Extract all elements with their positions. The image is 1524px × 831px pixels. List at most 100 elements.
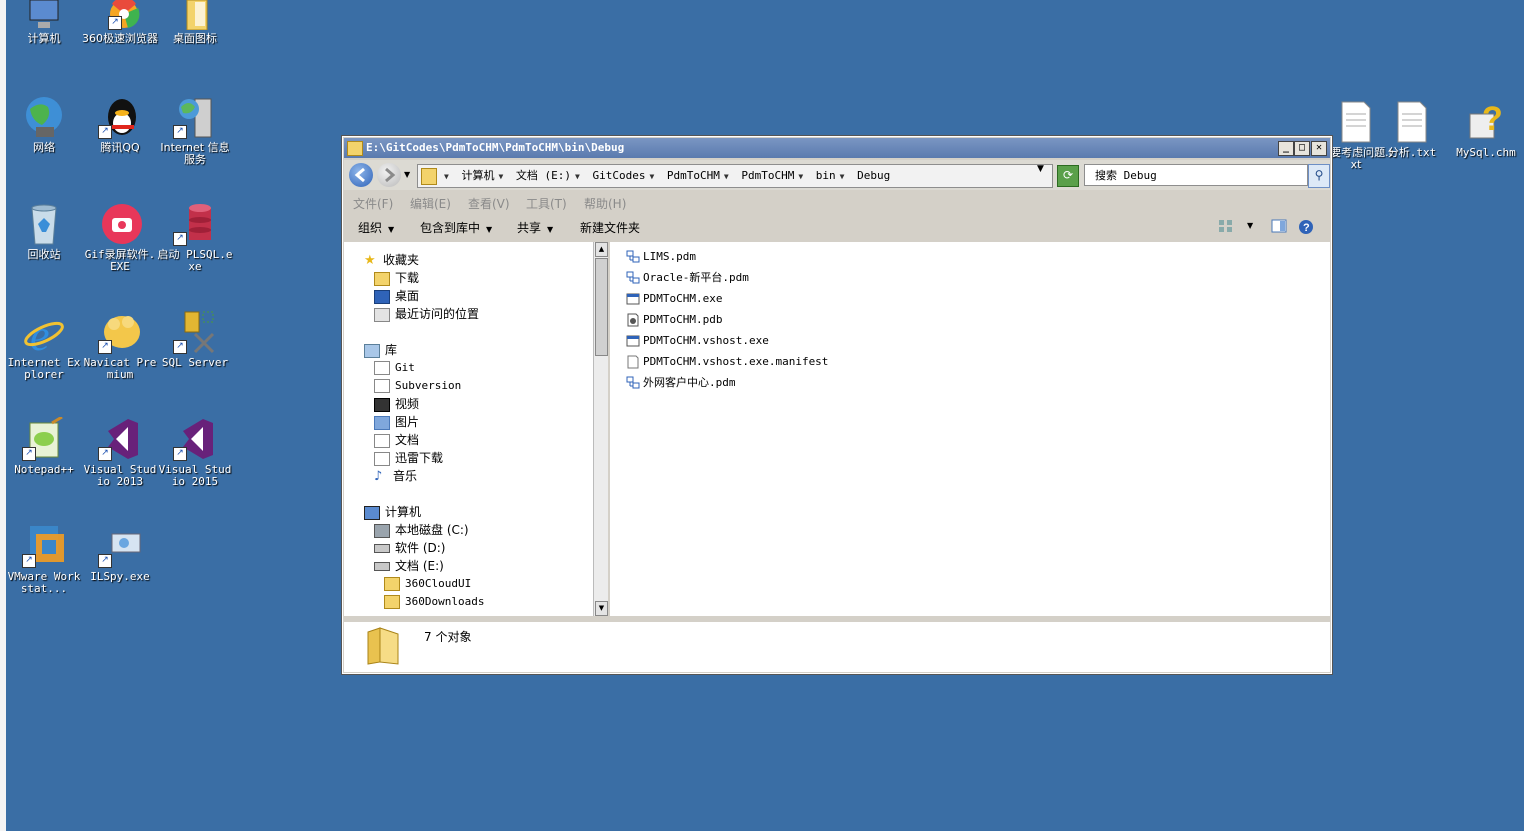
breadcrumb-item[interactable]: 文档 (E:) xyxy=(516,169,571,182)
nav-folder[interactable]: 360Downloads xyxy=(384,594,484,610)
nav-libraries[interactable]: 库 xyxy=(364,342,397,358)
maximize-button[interactable]: □ xyxy=(1294,141,1310,156)
window-titlebar[interactable]: E:\GitCodes\PdmToCHM\PdmToCHM\bin\Debug … xyxy=(344,138,1330,158)
breadcrumb-item[interactable]: PdmToCHM xyxy=(741,169,794,182)
nav-library-pictures[interactable]: 图片 xyxy=(374,414,419,430)
chevron-down-icon[interactable]: ▼ xyxy=(575,172,580,181)
nav-drive-c[interactable]: 本地磁盘 (C:) xyxy=(374,522,469,538)
file-item[interactable]: PDMToCHM.vshost.exe xyxy=(626,332,769,350)
nav-desktop[interactable]: 桌面 xyxy=(374,288,419,304)
desktop-icon-computer[interactable]: 计算机 xyxy=(6,0,82,45)
chevron-down-icon[interactable]: ▼ xyxy=(498,172,503,181)
nav-label: 文档 xyxy=(395,433,420,447)
nav-library-documents[interactable]: 文档 xyxy=(374,432,419,448)
desktop-icon-360-browser[interactable]: ↗ 360极速浏览器 xyxy=(82,0,158,45)
file-name: PDMToCHM.exe xyxy=(643,292,723,305)
include-in-library-button[interactable]: 包含到库中 ▼ xyxy=(420,219,492,236)
desktop-icon-iis[interactable]: ↗ Internet 信息服务 xyxy=(157,95,233,166)
address-dropdown-icon[interactable]: ▼ xyxy=(1037,164,1044,174)
desktop-icon-visual-studio-2015[interactable]: ↗ Visual Studio 2015 xyxy=(157,417,233,488)
minimize-button[interactable]: _ xyxy=(1278,141,1294,156)
scroll-down-arrow-icon[interactable]: ▼ xyxy=(595,601,608,616)
share-button[interactable]: 共享 ▼ xyxy=(517,219,553,236)
desktop-icon-network[interactable]: 网络 xyxy=(6,95,82,154)
breadcrumb-item[interactable]: Debug xyxy=(857,169,890,182)
nav-label: 360CloudUI xyxy=(405,577,472,590)
address-box[interactable]: ▼ 计算机 ▼ 文档 (E:) ▼ GitCodes ▼ PdmToCHM ▼ PdmT… xyxy=(417,164,1053,188)
nav-library-xunlei[interactable]: 迅雷下载 xyxy=(374,450,443,466)
view-options-icon[interactable] xyxy=(1218,219,1234,233)
desktop-icon-mysql-chm[interactable]: ? MySql.chm xyxy=(1448,100,1524,159)
preview-pane-icon[interactable] xyxy=(1271,219,1287,233)
file-item[interactable]: PDMToCHM.pdb xyxy=(626,311,722,329)
desktop-icon-gif-recorder[interactable]: Gif录屏软件.EXE xyxy=(82,202,158,273)
nav-recent-places[interactable]: 最近访问的位置 xyxy=(374,306,479,322)
scroll-thumb[interactable] xyxy=(595,258,608,356)
chevron-down-icon[interactable]: ▼ xyxy=(444,172,449,181)
file-list[interactable]: LIMS.pdm Oracle-新平台.pdm PDMToCHM.exe PDM… xyxy=(610,242,1330,616)
menu-file[interactable]: 文件(F) xyxy=(353,195,393,212)
file-item[interactable]: 外网客户中心.pdm xyxy=(626,374,736,392)
menu-tools[interactable]: 工具(T) xyxy=(526,195,567,212)
close-button[interactable]: ✕ xyxy=(1311,141,1327,156)
nav-label: 视频 xyxy=(395,397,420,411)
nav-folder[interactable]: 360CloudUI xyxy=(384,576,471,592)
chevron-down-icon[interactable]: ▼ xyxy=(840,172,845,181)
file-item[interactable]: Oracle-新平台.pdm xyxy=(626,269,749,287)
history-dropdown-icon[interactable]: ▼ xyxy=(404,170,410,179)
nav-drive-e[interactable]: 文档 (E:) xyxy=(374,558,444,574)
file-item[interactable]: LIMS.pdm xyxy=(626,248,696,266)
nav-downloads[interactable]: 下载 xyxy=(374,270,419,286)
desktop-icon-internet-explorer[interactable]: e Internet Explorer xyxy=(6,310,82,381)
organize-button[interactable]: 组织 ▼ xyxy=(358,219,394,236)
shortcut-arrow-icon: ↗ xyxy=(22,554,36,568)
breadcrumb-item[interactable]: 计算机 xyxy=(461,169,494,182)
file-item[interactable]: PDMToCHM.exe xyxy=(626,290,722,308)
explorer-window[interactable]: E:\GitCodes\PdmToCHM\PdmToCHM\bin\Debug … xyxy=(341,135,1333,675)
desktop-icon-navicat[interactable]: ↗ Navicat Premium xyxy=(82,310,158,381)
desktop-icon-visual-studio-2013[interactable]: ↗ Visual Studio 2013 xyxy=(82,417,158,488)
chevron-down-icon[interactable]: ▼ xyxy=(649,172,654,181)
desktop-icon-ilspy[interactable]: ↗ ILSpy.exe xyxy=(82,524,158,583)
new-folder-button[interactable]: 新建文件夹 xyxy=(580,219,640,236)
back-button[interactable] xyxy=(349,163,373,187)
desktop-icon-plsql[interactable]: ↗ 启动 PLSQL.exe xyxy=(157,202,233,273)
view-dropdown-icon[interactable]: ▼ xyxy=(1247,221,1253,230)
navigation-pane[interactable]: ★ 收藏夹 下载 桌面 最近访问的位置 库 Git Subversion 视频 图… xyxy=(344,242,593,616)
nav-library-videos[interactable]: 视频 xyxy=(374,396,419,412)
desktop-icon-desktop-icons-folder[interactable]: 桌面图标 xyxy=(157,0,233,45)
forward-button[interactable] xyxy=(377,163,401,187)
desktop-icon-notepad-plus-plus[interactable]: ↗ Notepad++ xyxy=(6,415,82,476)
music-note-icon: ♪ xyxy=(374,468,383,484)
help-icon[interactable]: ? xyxy=(1298,219,1314,234)
breadcrumb-item[interactable]: bin xyxy=(816,169,836,182)
menu-view[interactable]: 查看(V) xyxy=(468,195,510,212)
file-item[interactable]: PDMToCHM.vshost.exe.manifest xyxy=(626,353,828,371)
refresh-button[interactable]: ⟳ xyxy=(1057,165,1079,187)
menu-help[interactable]: 帮助(H) xyxy=(584,195,626,212)
scroll-up-arrow-icon[interactable]: ▲ xyxy=(595,242,608,257)
desktop-icon-recycle-bin[interactable]: 回收站 xyxy=(6,202,82,261)
nav-scrollbar[interactable]: ▲ ▼ xyxy=(593,242,608,616)
nav-library-subversion[interactable]: Subversion xyxy=(374,378,461,394)
nav-library-git[interactable]: Git xyxy=(374,360,415,376)
desktop-icon-tencent-qq[interactable]: ↗ 腾讯QQ xyxy=(82,95,158,154)
desktop-icon-label: Visual Studio 2013 xyxy=(83,463,157,488)
nav-favorites[interactable]: ★ 收藏夹 xyxy=(364,252,419,268)
nav-computer[interactable]: 计算机 xyxy=(364,504,421,520)
desktop-icon-analysis-txt[interactable]: 分析.txt xyxy=(1374,100,1450,159)
desktop-icon-vmware[interactable]: ↗ VMware Workstat... xyxy=(6,524,82,595)
menu-edit[interactable]: 编辑(E) xyxy=(410,195,451,212)
nav-drive-d[interactable]: 软件 (D:) xyxy=(374,540,445,556)
nav-library-music[interactable]: ♪ 音乐 xyxy=(374,468,417,484)
search-input[interactable]: 搜索 Debug xyxy=(1084,164,1308,186)
visual-studio-icon: ↗ xyxy=(98,417,142,461)
breadcrumb-item[interactable]: PdmToCHM xyxy=(667,169,720,182)
search-button[interactable]: ⚲ xyxy=(1308,164,1330,188)
menu-bar: 文件(F) 编辑(E) 查看(V) 工具(T) 帮助(H) xyxy=(344,192,1330,212)
desktop-icon-sql-server[interactable]: ↗ SQL Server xyxy=(157,310,233,369)
file-name: PDMToCHM.vshost.exe xyxy=(643,334,769,347)
chevron-down-icon[interactable]: ▼ xyxy=(724,172,729,181)
chevron-down-icon[interactable]: ▼ xyxy=(798,172,803,181)
breadcrumb-item[interactable]: GitCodes xyxy=(592,169,645,182)
